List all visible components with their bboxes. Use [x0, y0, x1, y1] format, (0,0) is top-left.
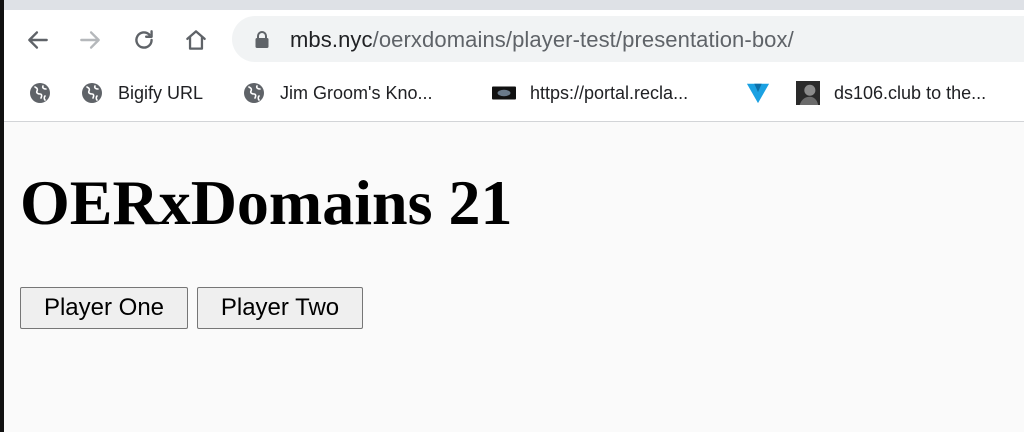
player-two-button[interactable]: Player Two: [197, 287, 363, 329]
bookmarks-bar: Bigify URL Jim Groom's Kno... https://po…: [4, 70, 1024, 122]
forward-button[interactable]: [74, 24, 106, 56]
bookmark-item[interactable]: [746, 80, 770, 106]
bookmark-label: Jim Groom's Kno...: [280, 82, 433, 103]
page-content: OERxDomains 21 Player One Player Two: [4, 122, 1024, 432]
triangle-logo-icon: [746, 81, 770, 105]
bookmark-label: Bigify URL: [118, 82, 204, 103]
player-one-button[interactable]: Player One: [20, 287, 188, 329]
tab-strip: [4, 0, 1024, 10]
bookmark-label: https://portal.recla...: [530, 82, 689, 103]
lock-icon[interactable]: [254, 30, 270, 55]
reload-icon: [135, 30, 153, 49]
page-title: OERxDomains 21: [20, 167, 513, 238]
globe-icon: [242, 81, 266, 105]
bookmark-item[interactable]: Bigify URL: [80, 80, 203, 106]
back-button[interactable]: [22, 24, 54, 56]
bookmark-item[interactable]: ds106.club to the...: [796, 80, 986, 106]
arrow-left-icon: [28, 31, 48, 49]
home-button[interactable]: [180, 24, 212, 56]
globe-icon: [80, 81, 104, 105]
bookmark-item[interactable]: [28, 80, 52, 106]
url-path: /oerxdomains/player-test/presentation-bo…: [372, 27, 794, 52]
bookmark-item[interactable]: https://portal.recla...: [492, 80, 688, 106]
home-icon: [186, 30, 206, 50]
url-host: mbs.nyc: [290, 27, 373, 52]
bookmark-item[interactable]: Jim Groom's Kno...: [242, 80, 432, 106]
reload-button[interactable]: [128, 24, 160, 56]
browser-toolbar: mbs.nyc/oerxdomains/player-test/presenta…: [4, 10, 1024, 70]
bookmark-label: ds106.club to the...: [834, 82, 987, 103]
url-text[interactable]: mbs.nyc/oerxdomains/player-test/presenta…: [290, 27, 794, 53]
globe-icon: [28, 81, 52, 105]
reclaim-favicon-icon: [492, 81, 516, 105]
photo-thumbnail-icon: [796, 81, 820, 105]
address-bar[interactable]: mbs.nyc/oerxdomains/player-test/presenta…: [232, 16, 1024, 62]
arrow-right-icon: [80, 31, 100, 49]
